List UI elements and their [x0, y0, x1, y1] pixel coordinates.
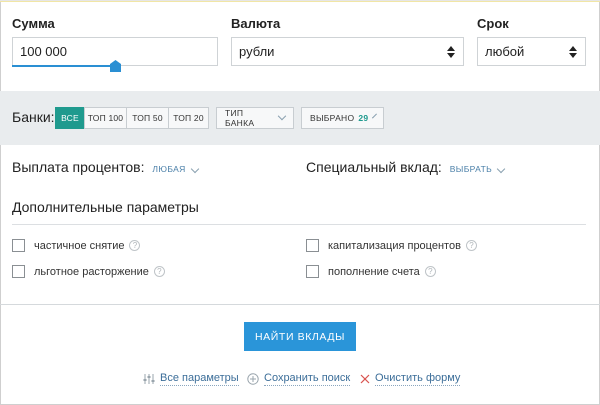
segment-all[interactable]: все: [55, 107, 85, 129]
amount-slider-track[interactable]: [12, 65, 115, 67]
selected-banks-dropdown[interactable]: ВЫБРАНО 29: [301, 107, 384, 129]
currency-select[interactable]: рубли: [231, 37, 464, 66]
plus-circle-icon: [247, 373, 259, 385]
amount-value: 100 000: [20, 44, 67, 59]
find-deposits-button[interactable]: НАЙТИ ВКЛАДЫ: [244, 322, 356, 351]
currency-value: рубли: [239, 44, 275, 59]
bank-type-dropdown[interactable]: ТИП БАНКА: [216, 107, 294, 129]
chevron-down-icon: [277, 111, 287, 121]
checkbox-label: частичное снятие: [34, 239, 125, 252]
segment-top20[interactable]: топ 20: [168, 107, 209, 129]
special-deposit-row: Специальный вклад: выбрать: [306, 159, 506, 175]
term-label: Срок: [477, 16, 509, 31]
up-down-arrows-icon: [561, 38, 585, 65]
checkbox-replenishment[interactable]: пополнение счета ?: [306, 265, 436, 278]
clear-form-link[interactable]: Очистить форму: [360, 372, 461, 386]
additional-params-heading: Дополнительные параметры: [12, 199, 199, 215]
bank-type-label: ТИП БАНКА: [225, 108, 255, 128]
term-select[interactable]: любой: [477, 37, 586, 66]
special-deposit-label: Специальный вклад:: [306, 159, 442, 175]
amount-slider-handle[interactable]: [110, 60, 121, 72]
special-deposit-dropdown[interactable]: выбрать: [449, 164, 506, 174]
segment-top100[interactable]: топ 100: [84, 107, 127, 129]
footer-divider: [0, 304, 600, 305]
question-icon[interactable]: ?: [424, 266, 436, 277]
checkbox[interactable]: [12, 239, 25, 252]
checkbox-partial-withdrawal[interactable]: частичное снятие ?: [12, 239, 141, 252]
interest-payout-label: Выплата процентов:: [12, 159, 145, 175]
checkbox[interactable]: [12, 265, 25, 278]
close-icon: [360, 374, 370, 384]
interest-payout-value: любая: [152, 164, 186, 174]
save-search-link[interactable]: Сохранить поиск: [247, 372, 351, 386]
question-icon[interactable]: ?: [129, 240, 141, 251]
checkbox[interactable]: [306, 239, 319, 252]
selected-label: ВЫБРАНО: [310, 113, 355, 123]
special-deposit-value: выбрать: [449, 164, 493, 174]
checkbox-label: капитализация процентов: [328, 239, 461, 252]
segment-top50[interactable]: топ 50: [126, 107, 169, 129]
question-icon[interactable]: ?: [153, 266, 165, 277]
checkbox[interactable]: [306, 265, 319, 278]
interest-payout-row: Выплата процентов: любая: [12, 159, 199, 175]
checkbox-preferential-termination[interactable]: льготное расторжение ?: [12, 265, 165, 278]
currency-label: Валюта: [231, 16, 281, 31]
selected-count: 29: [358, 113, 369, 123]
up-down-arrows-icon: [439, 38, 463, 65]
question-icon[interactable]: ?: [465, 240, 477, 251]
top-border: [0, 0, 600, 2]
banks-label: Банки:: [12, 109, 55, 125]
chevron-down-icon: [496, 164, 506, 174]
sliders-icon: [143, 374, 155, 384]
amount-label: Сумма: [12, 16, 55, 31]
checkbox-label: льготное расторжение: [34, 265, 149, 278]
all-params-link[interactable]: Все параметры: [143, 372, 239, 386]
all-params-label: Все параметры: [160, 372, 239, 386]
interest-payout-dropdown[interactable]: любая: [152, 164, 199, 174]
section-divider: [12, 224, 586, 225]
checkbox-label: пополнение счета: [328, 265, 420, 278]
save-search-label: Сохранить поиск: [264, 372, 351, 386]
term-value: любой: [485, 44, 525, 59]
clear-form-label: Очистить форму: [375, 372, 461, 386]
chevron-down-icon: [372, 113, 378, 119]
chevron-down-icon: [190, 164, 199, 174]
checkbox-capitalization[interactable]: капитализация процентов ?: [306, 239, 477, 252]
